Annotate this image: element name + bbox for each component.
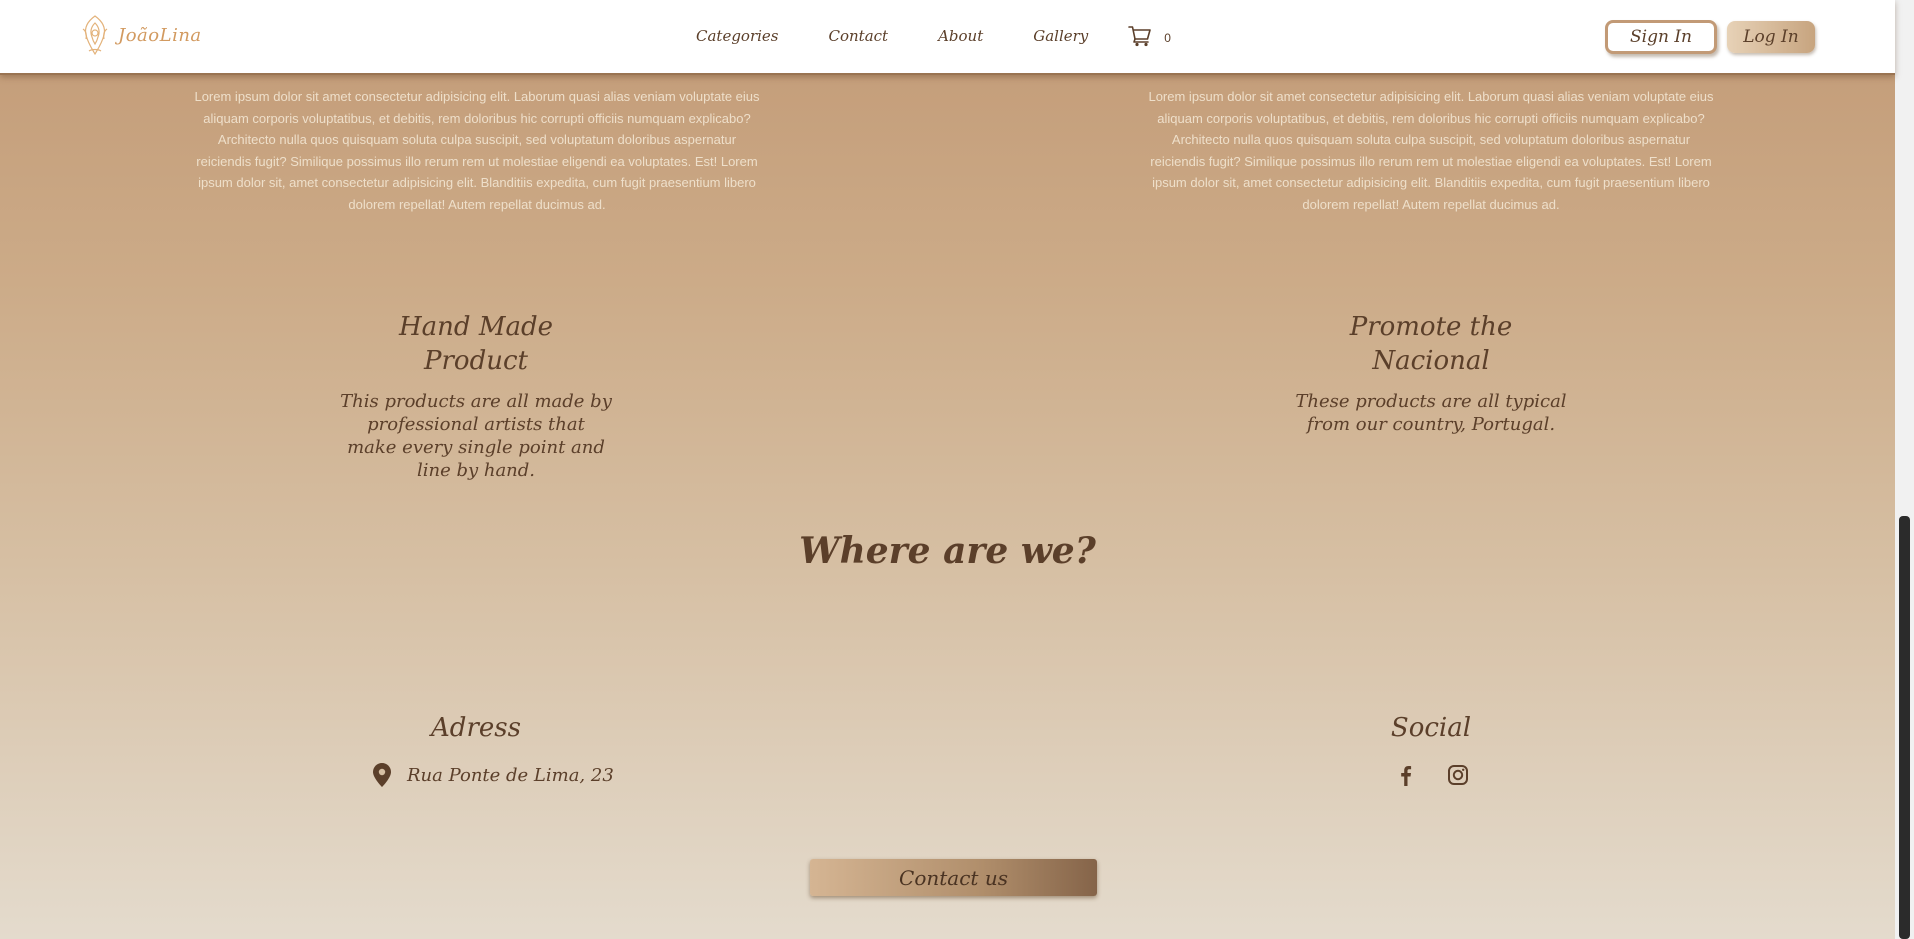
address-text: Rua Ponte de Lima, 23 xyxy=(407,764,614,786)
nav-categories[interactable]: Categories xyxy=(696,27,779,45)
main-nav: Categories Contact About Gallery 0 xyxy=(696,25,1171,47)
ornamental-flower-logo-icon xyxy=(82,15,108,56)
facebook-icon[interactable] xyxy=(1395,764,1417,786)
social-links xyxy=(1395,764,1469,786)
sign-in-button[interactable]: Sign In xyxy=(1605,20,1717,54)
nav-gallery[interactable]: Gallery xyxy=(1033,27,1088,45)
feature-handmade-text: This products are all made by profession… xyxy=(340,391,612,481)
feature-national: Promote the Nacional These products are … xyxy=(1293,310,1569,436)
map-pin-icon xyxy=(373,763,391,787)
top-navbar: JoãoLina Categories Contact About Galler… xyxy=(0,0,1895,75)
social-title: Social xyxy=(1390,713,1472,743)
nav-about[interactable]: About xyxy=(938,27,983,45)
address-title: Adress xyxy=(431,713,521,743)
nav-contact[interactable]: Contact xyxy=(829,27,889,45)
instagram-icon[interactable] xyxy=(1447,764,1469,786)
intro-text-right: Lorem ipsum dolor sit amet consectetur a… xyxy=(1148,89,1714,212)
cart-icon xyxy=(1128,26,1152,47)
contact-us-button[interactable]: Contact us xyxy=(810,859,1097,896)
logo-text: JoãoLina xyxy=(118,24,202,46)
intro-text-left: Lorem ipsum dolor sit amet consectetur a… xyxy=(194,89,760,212)
cart-button[interactable]: 0 xyxy=(1128,25,1171,47)
feature-handmade: Hand Made Product This products are all … xyxy=(340,310,612,482)
scrollbar-thumb[interactable] xyxy=(1899,516,1910,939)
feature-handmade-title: Hand Made Product xyxy=(399,312,553,376)
cart-count: 0 xyxy=(1164,31,1171,45)
feature-national-text: These products are all typical from our … xyxy=(1295,391,1567,435)
feature-national-title: Promote the Nacional xyxy=(1349,312,1513,376)
log-in-button[interactable]: Log In xyxy=(1727,21,1815,53)
brand-logo[interactable]: JoãoLina xyxy=(78,13,202,57)
auth-buttons: Sign In Log In xyxy=(1605,20,1815,54)
page-scrollbar[interactable] xyxy=(1895,0,1914,939)
where-heading: Where are we? xyxy=(799,530,1096,572)
address-line: Rua Ponte de Lima, 23 xyxy=(373,763,614,787)
